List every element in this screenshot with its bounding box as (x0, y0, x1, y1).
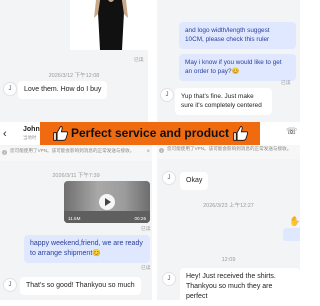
video-message[interactable]: 11.5M 00:26 (64, 181, 150, 223)
contact-name[interactable]: John (23, 126, 40, 133)
video-size: 11.5M (68, 216, 81, 221)
avatar[interactable]: J (162, 272, 176, 286)
read-receipt: 已读 (141, 266, 151, 271)
promo-banner: Perfect service and product (40, 122, 260, 145)
timestamp: 2026/3/12 下午12:08 (48, 73, 100, 79)
timestamp: 2026/3/23 上午12:27 (203, 203, 254, 209)
avatar[interactable]: J (3, 278, 17, 292)
info-icon: i (2, 150, 7, 155)
read-receipt: 已读 (141, 227, 151, 232)
shirt-image[interactable] (86, 0, 136, 50)
message-bubble: That's so good! Thankyou so much (20, 277, 141, 296)
phone-icon[interactable]: ☏ (286, 126, 297, 137)
back-arrow-icon[interactable]: ‹ (3, 128, 7, 140)
play-icon[interactable] (99, 194, 115, 210)
message-bubble: Love them. How do I buy (18, 81, 108, 100)
message-bubble: May i know if you would like to get an o… (179, 54, 296, 81)
read-receipt: 已读 (134, 58, 144, 63)
close-icon[interactable]: × (146, 149, 150, 155)
vpn-notice: i 您可能使用了VPN。该可能会影响到消息的正常发送与接收。 × (0, 147, 152, 161)
video-duration: 00:26 (134, 216, 147, 221)
message-bubble: Hey! Just received the shirts. Thankyou … (180, 268, 300, 306)
vpn-notice: i 您可能使用了VPN。该可能会影响到消息的正常发送与接收。 (157, 145, 300, 159)
message-bubble: happy weekend,friend, we are ready to ar… (24, 235, 150, 264)
message-bubble-partial (283, 228, 300, 241)
avatar[interactable]: J (3, 82, 17, 96)
contact-subtitle: 当地时 (23, 135, 37, 140)
read-receipt: 已读 (281, 81, 291, 86)
info-icon: i (159, 148, 164, 153)
vpn-notice-text: 您可能使用了VPN。该可能会影响到消息的正常发送与接收。 (10, 148, 135, 153)
banner-text: Perfect service and product (70, 126, 230, 140)
message-bubble: Yup that's fine. Just make sure it's com… (175, 88, 272, 115)
vpn-notice-text: 您可能使用了VPN。该可能会影响到消息的正常发送与接收。 (167, 146, 292, 151)
message-bubble: and logo width/length suggest 10CM, plea… (179, 22, 296, 49)
timestamp: 12:09 (221, 257, 236, 263)
chat-panel-top-right: and logo width/length suggest 10CM, plea… (157, 0, 300, 122)
avatar[interactable]: J (160, 88, 174, 102)
avatar[interactable]: J (162, 171, 176, 185)
message-bubble: Okay (180, 172, 209, 191)
timestamp: 2026/3/11 下午7:39 (52, 173, 100, 179)
chat-panel-top-left: 已读 2026/3/12 下午12:08 J Love them. How do… (0, 0, 148, 122)
thumbs-up-icon (233, 126, 249, 141)
